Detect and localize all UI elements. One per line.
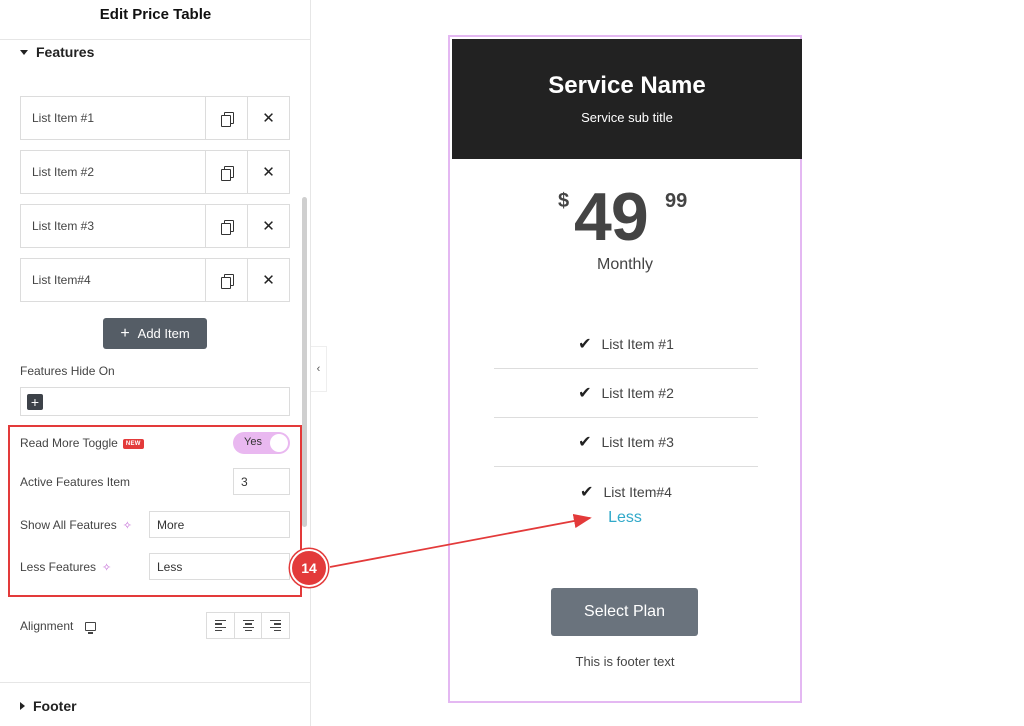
select-plan-button[interactable]: Select Plan <box>551 588 698 636</box>
feature-item: ✔ List Item #3 <box>494 418 758 467</box>
align-right-button[interactable] <box>262 613 289 638</box>
check-icon: ✔ <box>578 336 592 353</box>
align-left-icon <box>214 619 226 632</box>
currency-symbol: $ <box>558 190 570 212</box>
feature-label: List Item #3 <box>601 434 674 450</box>
ai-sparkle-icon[interactable]: ✧ <box>102 562 111 574</box>
collapse-panel-button[interactable]: ‹ <box>311 346 327 392</box>
feature-item: ✔ List Item #2 <box>494 369 758 418</box>
align-center-icon <box>242 619 254 632</box>
feature-label: List Item#4 <box>603 483 672 500</box>
plus-icon: + <box>120 324 130 342</box>
close-icon: ✕ <box>262 217 275 235</box>
service-name: Service Name <box>548 72 706 99</box>
repeater-item[interactable]: List Item #2 ✕ <box>20 150 290 194</box>
desktop-icon[interactable] <box>85 621 97 634</box>
repeater-item-label[interactable]: List Item#4 <box>21 259 205 301</box>
footer-section-header[interactable]: Footer <box>20 698 77 714</box>
panel-scrollbar[interactable] <box>302 197 307 527</box>
feature-label: List Item #1 <box>601 336 674 352</box>
remove-button[interactable]: ✕ <box>247 97 289 139</box>
close-icon: ✕ <box>262 271 275 289</box>
step-number-badge: 14 <box>290 549 328 587</box>
service-subtitle: Service sub title <box>581 110 673 125</box>
toggle-state-label: Yes <box>244 436 262 448</box>
check-icon: ✔ <box>580 483 594 501</box>
less-features-label: Less Features ✧ <box>20 560 111 574</box>
feature-item: ✔ List Item #1 <box>494 320 758 369</box>
alignment-label: Alignment <box>20 619 97 634</box>
align-center-button[interactable] <box>235 613 263 638</box>
features-section-label: Features <box>36 44 95 60</box>
repeater-item[interactable]: List Item#4 ✕ <box>20 258 290 302</box>
panel-header: Edit Price Table <box>0 0 311 40</box>
footer-section-label: Footer <box>33 698 77 714</box>
less-features-link[interactable]: Less <box>450 509 800 527</box>
duplicate-button[interactable] <box>205 151 247 193</box>
editor-panel: Edit Price Table Features List Item #1 ✕… <box>0 0 311 726</box>
ai-sparkle-icon[interactable]: ✧ <box>123 520 132 532</box>
price-amount: 49 <box>574 179 649 255</box>
show-all-features-label: Show All Features ✧ <box>20 518 132 532</box>
duplicate-button[interactable] <box>205 259 247 301</box>
check-icon: ✔ <box>578 385 592 402</box>
close-icon: ✕ <box>262 109 275 127</box>
read-more-toggle-text: Read More Toggle <box>20 436 118 450</box>
less-features-text: Less Features <box>20 560 97 574</box>
duplicate-icon <box>220 111 234 127</box>
features-hide-on-select[interactable]: + <box>20 387 290 416</box>
features-section-header[interactable]: Features <box>20 44 94 60</box>
toggle-knob <box>270 434 288 452</box>
add-item-button[interactable]: + Add Item <box>103 318 207 349</box>
repeater-item-label[interactable]: List Item #2 <box>21 151 205 193</box>
panel-title: Edit Price Table <box>99 6 212 23</box>
repeater-item[interactable]: List Item #3 ✕ <box>20 204 290 248</box>
features-hide-on-label: Features Hide On <box>20 364 115 378</box>
price-table-card: Service Name Service sub title $ 49 99 M… <box>448 35 802 703</box>
duplicate-icon <box>220 165 234 181</box>
close-icon: ✕ <box>262 163 275 181</box>
caret-right-icon <box>20 702 25 710</box>
duplicate-button[interactable] <box>205 97 247 139</box>
duplicate-icon <box>220 273 234 289</box>
card-header: Service Name Service sub title <box>452 39 802 159</box>
active-features-label: Active Features Item <box>20 475 131 489</box>
check-icon: ✔ <box>578 434 592 451</box>
repeater-item-label[interactable]: List Item #3 <box>21 205 205 247</box>
card-footer-text: This is footer text <box>575 654 675 669</box>
add-icon[interactable]: + <box>27 394 43 410</box>
remove-button[interactable]: ✕ <box>247 151 289 193</box>
read-more-toggle-switch[interactable]: Yes <box>233 432 290 454</box>
show-all-features-input[interactable]: More <box>149 511 290 538</box>
remove-button[interactable]: ✕ <box>247 205 289 247</box>
chevron-left-icon: ‹ <box>316 363 321 375</box>
read-more-toggle-label: Read More Toggle NEW <box>20 436 144 450</box>
remove-button[interactable]: ✕ <box>247 259 289 301</box>
active-features-input[interactable]: 3 <box>233 468 290 495</box>
show-all-features-text: Show All Features <box>20 518 117 532</box>
repeater-item[interactable]: List Item #1 ✕ <box>20 96 290 140</box>
add-item-label: Add Item <box>137 326 190 341</box>
align-left-button[interactable] <box>207 613 235 638</box>
price-period: Monthly <box>596 256 654 273</box>
feature-label: List Item #2 <box>601 385 674 401</box>
alignment-text: Alignment <box>20 619 74 633</box>
repeater-item-label[interactable]: List Item #1 <box>21 97 205 139</box>
price-cents: 99 <box>665 190 688 212</box>
divider <box>0 682 311 683</box>
new-badge: NEW <box>122 438 144 449</box>
duplicate-icon <box>220 219 234 235</box>
caret-down-icon <box>20 49 28 55</box>
align-right-icon <box>270 619 282 632</box>
price-block: $ 49 99 <box>450 177 800 257</box>
less-features-input[interactable]: Less <box>149 553 290 580</box>
alignment-control <box>206 612 290 639</box>
duplicate-button[interactable] <box>205 205 247 247</box>
